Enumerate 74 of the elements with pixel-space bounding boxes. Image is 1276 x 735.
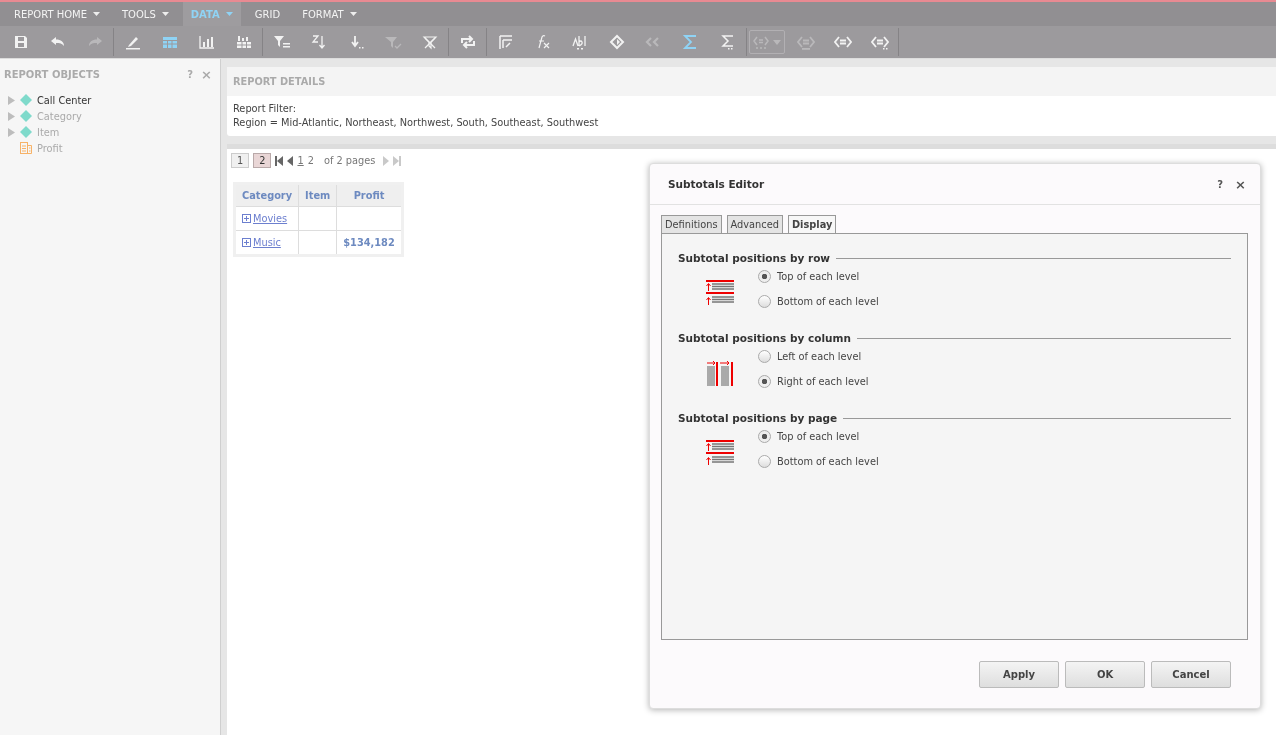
column-header: Category xyxy=(234,183,299,207)
menu-tab[interactable]: TOOLS xyxy=(114,2,177,26)
table-icon[interactable] xyxy=(160,34,179,50)
row-link[interactable]: Music xyxy=(253,236,281,248)
dialog-button[interactable]: OK xyxy=(1065,661,1145,688)
help-button[interactable]: ? xyxy=(1217,178,1224,190)
radio-button[interactable] xyxy=(758,455,771,468)
page-link[interactable]: 1 xyxy=(297,155,304,166)
caret-icon[interactable] xyxy=(225,12,233,16)
dialog-button[interactable]: Apply xyxy=(979,661,1059,688)
pencil-icon[interactable] xyxy=(123,34,142,50)
page-number[interactable]: 2 xyxy=(307,155,314,166)
previous-page-icon[interactable] xyxy=(287,155,294,166)
tab[interactable]: Advanced xyxy=(726,215,783,233)
close-button[interactable]: × xyxy=(1235,176,1246,192)
filter-text: Region = Mid-Atlantic, Northeast, Northwest, South, Southeast, Southwest xyxy=(233,116,600,130)
option-label: Bottom of each level xyxy=(777,456,879,467)
subtotal-columns-icon xyxy=(706,360,736,388)
section-title: Subtotal positions by column xyxy=(678,332,851,344)
filter-label: Report Filter: xyxy=(233,102,297,116)
filter-icon[interactable] xyxy=(272,34,291,50)
option-label: Left of each level xyxy=(777,351,862,362)
expand-icon[interactable] xyxy=(242,213,251,223)
document-icon xyxy=(20,142,32,154)
diamond-icon[interactable] xyxy=(607,34,626,50)
section-title: Subtotal positions by page xyxy=(678,412,838,424)
radio-button[interactable] xyxy=(758,375,771,388)
section-title: Subtotal positions by row xyxy=(678,252,831,264)
row-link[interactable]: Movies xyxy=(253,212,288,224)
bracket-icon[interactable] xyxy=(833,34,852,50)
dialog-button[interactable]: Cancel xyxy=(1151,661,1231,688)
option-label: Right of each level xyxy=(777,376,869,387)
column-header: Profit xyxy=(336,183,403,207)
first-page-icon[interactable] xyxy=(275,155,284,166)
option-label: Bottom of each level xyxy=(777,296,879,307)
caret-icon[interactable] xyxy=(349,12,357,16)
radio-button[interactable] xyxy=(758,430,771,443)
column-header: Item xyxy=(298,183,337,207)
page-button[interactable]: 1 xyxy=(231,153,250,168)
bracket-icon[interactable] xyxy=(870,34,889,50)
text-lines-icon[interactable] xyxy=(570,34,589,50)
bar-chart-icon[interactable] xyxy=(197,34,216,50)
menu-tab[interactable]: FORMAT xyxy=(294,2,365,26)
sort-icon[interactable] xyxy=(309,34,328,50)
page-count: of 2 pages xyxy=(323,155,376,166)
caret-icon[interactable] xyxy=(93,12,100,16)
radio-button[interactable] xyxy=(758,350,771,363)
option-label: Top of each level xyxy=(777,271,860,282)
dialog-title: Subtotals Editor xyxy=(668,178,766,190)
tab[interactable]: Definitions xyxy=(661,215,722,233)
subtotal-rows-icon xyxy=(706,280,736,308)
diamond-icon xyxy=(20,126,32,138)
diamond-icon xyxy=(20,110,32,122)
next-page-icon[interactable] xyxy=(383,155,390,166)
diamond-icon xyxy=(20,94,32,106)
clear-filter-icon[interactable] xyxy=(420,34,439,50)
option-label: Top of each level xyxy=(777,431,860,442)
expand-icon[interactable] xyxy=(242,237,251,247)
last-page-icon[interactable] xyxy=(393,155,402,166)
chart-table-icon[interactable] xyxy=(234,34,253,50)
radio-button[interactable] xyxy=(758,295,771,308)
pivot-icon[interactable] xyxy=(496,34,515,50)
caret-icon[interactable] xyxy=(161,12,169,16)
menu-tab[interactable]: REPORT HOME xyxy=(6,2,108,26)
tree-item[interactable]: Call Center xyxy=(37,94,92,106)
subtotal-rows-icon xyxy=(706,440,736,468)
bracket-icon xyxy=(753,35,769,49)
page-button[interactable]: 2 xyxy=(253,153,272,168)
menu-tab[interactable]: GRID xyxy=(246,2,289,26)
panel-title: REPORT OBJECTS xyxy=(4,69,101,80)
panel-title: REPORT DETAILS xyxy=(233,76,326,87)
swap-icon[interactable] xyxy=(458,34,477,50)
caret-icon xyxy=(773,39,781,45)
radio-button[interactable] xyxy=(758,270,771,283)
